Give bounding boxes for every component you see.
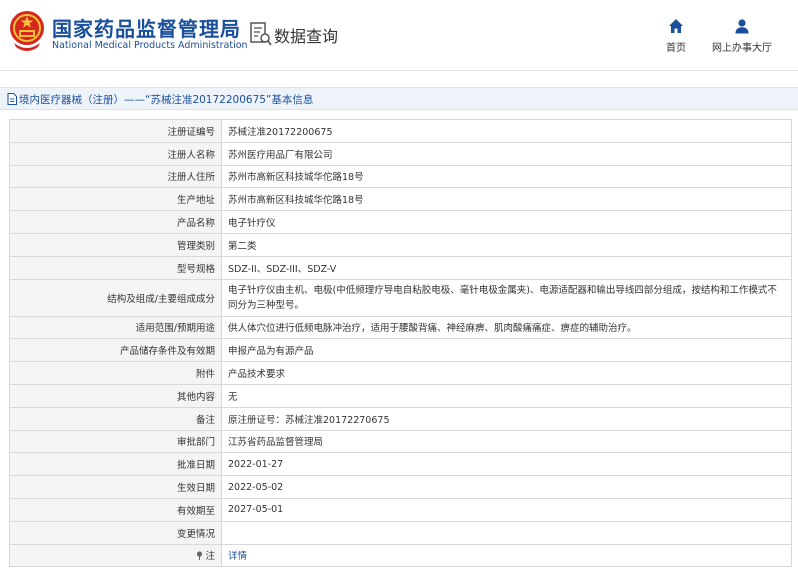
- row-value: 2022-05-02: [221, 475, 792, 499]
- row-value: 产品技术要求: [221, 361, 792, 385]
- row-value: 2027-05-01: [221, 497, 792, 522]
- table-row: 注册证编号 苏械注准20172200675: [9, 119, 792, 143]
- nav-online-office[interactable]: 网上办事大厅: [708, 18, 776, 54]
- row-label: 适用范围/预期用途: [9, 315, 222, 340]
- nav-online-office-label: 网上办事大厅: [712, 43, 772, 54]
- row-value: 苏州市高新区科技城华佗路18号: [221, 187, 792, 212]
- site-title-cn: 国家药品监督管理局: [52, 17, 241, 41]
- row-label-note: 注: [9, 543, 222, 568]
- nav-home-label: 首页: [666, 43, 686, 54]
- data-query-icon: [250, 22, 272, 46]
- table-row: 产品储存条件及有效期 申报产品为有源产品: [9, 338, 792, 363]
- table-row: 审批部门 江苏省药品监督管理局: [9, 429, 792, 454]
- table-row: 其他内容 无: [9, 383, 792, 408]
- site-title-en: National Medical Products Administration: [52, 40, 248, 51]
- user-icon: [735, 19, 749, 34]
- row-label: 生产地址: [9, 187, 222, 212]
- row-label: 注册人名称: [9, 141, 222, 166]
- registration-info-table: 注册证编号 苏械注准20172200675 注册人名称 苏州医疗用品厂有限公司 …: [9, 119, 792, 568]
- row-value: 电子针疗仪由主机、电极(中低频理疗导电自粘胶电极、毫针电极金属夹)、电源适配器和…: [221, 278, 792, 317]
- table-row: 注 详情: [9, 543, 792, 568]
- row-label: 生效日期: [9, 475, 222, 499]
- row-value: 电子针疗仪: [221, 210, 792, 234]
- table-row: 注册人住所 苏州市高新区科技城华佗路18号: [9, 164, 792, 189]
- row-label: 管理类别: [9, 232, 222, 257]
- row-value: 无: [221, 383, 792, 408]
- row-value: SDZ-II、SDZ-III、SDZ-V: [221, 255, 792, 280]
- record-title-bar: 境内医疗器械（注册）——“苏械注准20172200675”基本信息: [0, 87, 798, 110]
- data-query-title: 数据查询: [274, 27, 339, 46]
- national-emblem-icon: [10, 11, 44, 51]
- table-row: 产品名称 电子针疗仪: [9, 210, 792, 234]
- row-value: 苏州市高新区科技城华佗路18号: [221, 164, 792, 189]
- pin-icon: [197, 551, 203, 561]
- row-label: 批准日期: [9, 452, 222, 477]
- table-row: 附件 产品技术要求: [9, 361, 792, 385]
- row-label: 产品名称: [9, 210, 222, 234]
- row-value: [221, 520, 792, 545]
- document-icon: [7, 93, 17, 105]
- row-label: 产品储存条件及有效期: [9, 338, 222, 363]
- row-label: 有效期至: [9, 497, 222, 522]
- table-row: 适用范围/预期用途 供人体穴位进行低频电脉冲治疗，适用于腰酸背痛、神经麻痹、肌肉…: [9, 315, 792, 340]
- row-value: 详情: [221, 543, 792, 568]
- row-value: 原注册证号：苏械注准20172270675: [221, 406, 792, 431]
- table-row: 备注 原注册证号：苏械注准20172270675: [9, 406, 792, 431]
- row-label: 变更情况: [9, 520, 222, 545]
- table-row: 管理类别 第二类: [9, 232, 792, 257]
- row-value: 苏州医疗用品厂有限公司: [221, 141, 792, 166]
- row-label: 型号规格: [9, 255, 222, 280]
- table-row: 注册人名称 苏州医疗用品厂有限公司: [9, 141, 792, 166]
- table-row: 有效期至 2027-05-01: [9, 497, 792, 522]
- row-value: 苏械注准20172200675: [221, 119, 792, 143]
- home-icon: [669, 19, 683, 33]
- site-header: 国家药品监督管理局 National Medical Products Admi…: [0, 0, 798, 66]
- table-row: 型号规格 SDZ-II、SDZ-III、SDZ-V: [9, 255, 792, 280]
- row-label: 注册证编号: [9, 119, 222, 143]
- details-link[interactable]: 详情: [228, 551, 247, 562]
- record-title: 境内医疗器械（注册）——“苏械注准20172200675”基本信息: [19, 94, 314, 106]
- row-value: 供人体穴位进行低频电脉冲治疗，适用于腰酸背痛、神经麻痹、肌肉酸痛痛症、痹症的辅助…: [221, 315, 792, 340]
- row-label: 注册人住所: [9, 164, 222, 189]
- row-label: 附件: [9, 361, 222, 385]
- table-row: 变更情况: [9, 520, 792, 545]
- row-label: 其他内容: [9, 383, 222, 408]
- row-value: 2022-01-27: [221, 452, 792, 477]
- header-divider: [0, 70, 798, 71]
- table-row: 生产地址 苏州市高新区科技城华佗路18号: [9, 187, 792, 212]
- row-label: 备注: [9, 406, 222, 431]
- row-label: 审批部门: [9, 429, 222, 454]
- row-value: 申报产品为有源产品: [221, 338, 792, 363]
- table-row: 批准日期 2022-01-27: [9, 452, 792, 477]
- row-value: 第二类: [221, 232, 792, 257]
- row-value: 江苏省药品监督管理局: [221, 429, 792, 454]
- nav-home[interactable]: 首页: [660, 18, 692, 54]
- table-row: 结构及组成/主要组成成分 电子针疗仪由主机、电极(中低频理疗导电自粘胶电极、毫针…: [9, 278, 792, 317]
- row-label: 结构及组成/主要组成成分: [9, 278, 222, 317]
- table-row: 生效日期 2022-05-02: [9, 475, 792, 499]
- note-label: 注: [205, 551, 215, 563]
